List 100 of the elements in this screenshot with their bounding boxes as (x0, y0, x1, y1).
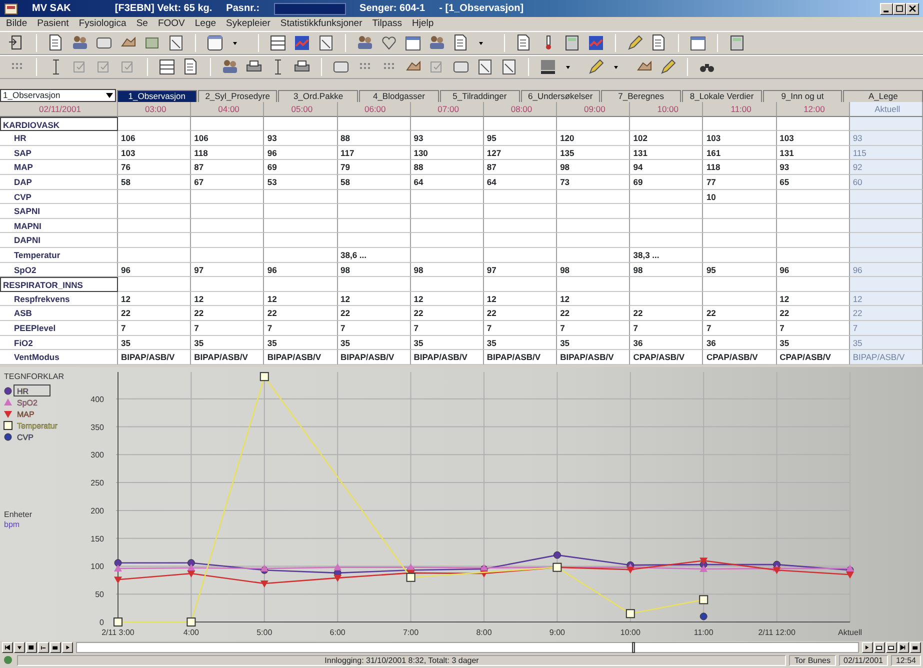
table-cell: 7 (630, 320, 704, 336)
people-icon[interactable] (428, 34, 446, 52)
legend-label[interactable]: CVP (17, 432, 34, 442)
x-tick-label: 9:00 (549, 628, 565, 637)
first-button[interactable] (2, 642, 13, 654)
table-cell: 35 (264, 336, 338, 350)
calculator-icon[interactable] (563, 34, 581, 52)
y-tick-label: 200 (90, 506, 104, 516)
tab[interactable]: A_Lege (843, 90, 923, 102)
scroll-track[interactable] (76, 642, 859, 654)
view-dropdown[interactable]: 1_Observasjon (0, 89, 116, 102)
date-header: 02/11/2001 (0, 102, 118, 117)
menu-item[interactable]: Pasient (37, 16, 69, 32)
legend-label[interactable]: MAP (17, 410, 34, 419)
table-cell: BIPAP/ASB/V (484, 350, 558, 365)
table-cell: 96 (264, 146, 338, 160)
menu-item[interactable]: Se (136, 16, 148, 32)
row-label: FiO2 (0, 336, 118, 350)
end-button[interactable] (910, 642, 921, 654)
chart-icon[interactable] (587, 34, 605, 52)
table-cell: 98 (557, 262, 630, 278)
menu-item[interactable]: Tilpass (372, 16, 402, 32)
tab[interactable]: 3_Ord.Pakke (278, 90, 358, 102)
table-icon[interactable] (158, 58, 176, 76)
table-cell: BIPAP/ASB/V (410, 350, 484, 365)
people-icon[interactable] (71, 34, 89, 52)
column-header: 11:00 (703, 102, 777, 117)
table-cell: 7 (410, 320, 484, 336)
menu-item[interactable]: Lege (194, 16, 216, 32)
row-label: ASB (0, 306, 118, 321)
table-icon[interactable] (269, 34, 287, 52)
table-cell: 93 (410, 131, 484, 146)
play-button[interactable] (62, 642, 73, 654)
table-cell: BIPAP/ASB/V (850, 350, 923, 365)
pencil-icon[interactable] (587, 58, 605, 76)
minimize-button[interactable] (880, 2, 893, 14)
table-cell: CPAP/ASB/V (630, 350, 704, 365)
table-cell: 95 (703, 262, 777, 278)
menu-item[interactable]: Sykepleier (226, 16, 270, 32)
stop-button[interactable] (26, 642, 37, 654)
table-cell: 7 (484, 320, 558, 336)
tab[interactable]: 6_Undersøkelser (520, 90, 600, 102)
data-point (553, 551, 561, 558)
tab[interactable]: 4_Blodgasser (359, 90, 439, 102)
next-button[interactable] (862, 642, 873, 654)
down-button[interactable] (14, 642, 25, 654)
table-cell: 22 (703, 306, 777, 321)
chart-icon[interactable] (293, 34, 311, 52)
data-point (260, 580, 268, 588)
window-icon[interactable] (206, 34, 224, 52)
table-cell: 98 (557, 160, 630, 175)
data-point (700, 612, 708, 620)
page-button[interactable] (886, 642, 897, 654)
tab[interactable]: 5_Tilraddinger (440, 90, 520, 102)
tab[interactable]: 2_Syl_Prosedyre (198, 90, 278, 102)
table-cell: 103 (118, 146, 192, 160)
table-cell: 97 (191, 262, 264, 278)
table-cell: 87 (191, 160, 264, 175)
tab[interactable]: 1_Observasjon (117, 90, 197, 102)
tab[interactable]: 9_Inn og ut (762, 90, 842, 102)
table-cell: 93 (850, 131, 923, 146)
pencil-icon[interactable] (626, 34, 644, 52)
status-icon (2, 655, 14, 666)
previous-button[interactable] (38, 642, 49, 654)
people-icon[interactable] (356, 34, 374, 52)
row-label: MAPNI (0, 218, 118, 234)
people-icon[interactable] (221, 58, 239, 76)
calendar-icon[interactable] (689, 34, 707, 52)
table-cell: 87 (484, 160, 558, 175)
restore-button[interactable] (893, 2, 906, 14)
calendar-icon[interactable] (404, 34, 422, 52)
table-cell: 22 (557, 306, 630, 321)
heart-icon[interactable] (380, 34, 398, 52)
column-header: Aktuell (850, 102, 923, 117)
table-cell: 12 (410, 292, 484, 306)
menu-item[interactable]: Statistikkfunksjoner (280, 16, 362, 32)
pencil-icon[interactable] (659, 58, 677, 76)
table-cell: 7 (191, 320, 264, 336)
table-cell: 22 (410, 306, 484, 321)
menu-item[interactable]: Hjelp (412, 16, 434, 32)
data-point (699, 594, 708, 604)
legend-title: TEGNFORKLAR (4, 372, 64, 381)
table-cell: 58 (118, 174, 192, 190)
table-cell: 38,6 ... (338, 248, 411, 263)
menu-item[interactable]: FOOV (158, 16, 185, 32)
table-cell: 103 (776, 131, 850, 146)
tab[interactable]: 8_Lokale Verdier (682, 90, 762, 102)
fill-color-icon[interactable] (539, 58, 557, 76)
menu-item[interactable]: Bilde (6, 16, 28, 32)
menu-item[interactable]: Fysiologica (78, 16, 126, 32)
table-cell: 64 (410, 174, 484, 190)
page-button[interactable] (874, 642, 885, 654)
tab[interactable]: 7_Beregnes (601, 90, 681, 102)
scroll-thumb[interactable] (632, 642, 634, 654)
legend-label[interactable]: HR (17, 386, 29, 396)
calculator-icon[interactable] (728, 34, 746, 52)
block-button[interactable] (50, 642, 61, 654)
table-cell: 22 (191, 306, 264, 321)
last-button[interactable] (898, 642, 909, 654)
close-button[interactable] (906, 2, 919, 14)
